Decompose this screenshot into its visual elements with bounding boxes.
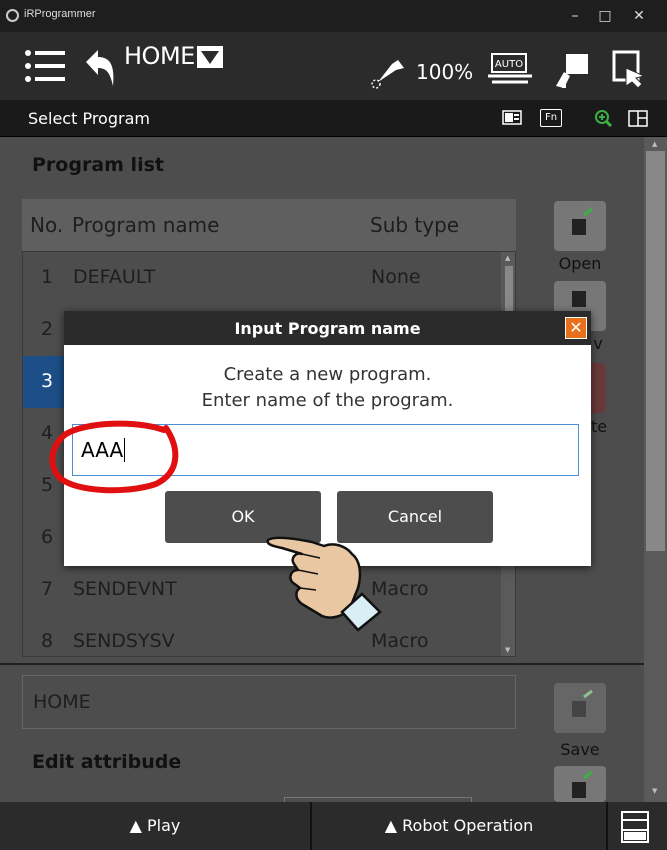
- page-scrollbar[interactable]: ▲ ▼: [644, 137, 667, 802]
- scroll-up-icon[interactable]: ▲: [505, 254, 510, 262]
- row-program-name: DEFAULT: [73, 266, 156, 288]
- row-number: 3: [41, 370, 54, 392]
- dialog-title: Input Program name: [234, 319, 421, 338]
- current-program-field[interactable]: HOME: [22, 675, 516, 729]
- row-sub-type: None: [371, 266, 421, 288]
- row-number: 6: [41, 526, 54, 548]
- page-scroll-down-icon[interactable]: ▼: [652, 787, 657, 795]
- program-title[interactable]: HOME: [124, 42, 195, 70]
- open-button[interactable]: [554, 201, 606, 251]
- list-item[interactable]: 1 DEFAULT None: [23, 252, 501, 304]
- red-circle-annotation: [49, 420, 179, 494]
- column-no[interactable]: No.: [30, 213, 63, 237]
- split-view-icon[interactable]: [628, 110, 648, 127]
- minimize-button[interactable]: –: [560, 4, 590, 28]
- sub-header: Select Program Fn: [0, 100, 667, 137]
- save-button[interactable]: [554, 683, 606, 733]
- open-label: Open: [558, 254, 602, 273]
- fn-key-icon[interactable]: Fn: [540, 109, 562, 127]
- row-program-name: SENDEVNT: [73, 578, 177, 600]
- column-program-name[interactable]: Program name: [72, 213, 219, 237]
- play-button[interactable]: ▲ Play: [0, 802, 310, 850]
- panel-layout-icon[interactable]: [620, 810, 650, 844]
- scroll-down-icon[interactable]: ▼: [505, 646, 510, 654]
- program-list-title: Program list: [32, 154, 164, 176]
- chevron-down-icon[interactable]: [197, 46, 223, 68]
- column-sub-type[interactable]: Sub type: [370, 213, 459, 237]
- speed-override[interactable]: 100%: [416, 60, 473, 84]
- bottom-bar: ▲ Play ▲ Robot Operation: [0, 802, 667, 850]
- row-program-name: SENDSYSV: [73, 630, 175, 652]
- zoom-in-icon[interactable]: [594, 110, 614, 127]
- row-number: 1: [41, 266, 54, 288]
- display-icon[interactable]: [502, 110, 522, 127]
- screen-title: Select Program: [28, 109, 150, 128]
- robot-arm-icon[interactable]: [368, 52, 408, 92]
- auto-mode-icon[interactable]: AUTO: [486, 50, 534, 90]
- dialog-close-button[interactable]: ✕: [565, 317, 587, 339]
- dialog-message-line-2: Enter name of the program.: [201, 390, 454, 411]
- edit-attribute-title: Edit attribude: [32, 751, 182, 773]
- back-icon[interactable]: [82, 48, 118, 88]
- close-window-button[interactable]: ✕: [624, 4, 654, 28]
- list-header: No. Program name Sub type: [22, 199, 516, 251]
- bottom-divider: [606, 802, 608, 850]
- side-button-bottom[interactable]: [554, 766, 606, 802]
- pointing-hand-icon: [266, 536, 382, 632]
- dialog-message-line-1: Create a new program.: [223, 364, 432, 385]
- divider: [0, 663, 644, 665]
- maximize-button[interactable]: □: [590, 4, 620, 28]
- side-label-2: v: [593, 334, 603, 353]
- touch-panel-icon[interactable]: [610, 48, 650, 90]
- dialog-titlebar: Input Program name ✕: [64, 311, 591, 345]
- main-toolbar: HOME 100% AUTO: [0, 32, 667, 100]
- svg-text:AUTO: AUTO: [495, 59, 523, 70]
- side-label-3: te: [590, 417, 608, 436]
- row-number: 8: [41, 630, 54, 652]
- page-scroll-up-icon[interactable]: ▲: [652, 140, 657, 148]
- current-program-name: HOME: [33, 691, 91, 713]
- teach-pendant-icon[interactable]: [552, 50, 592, 90]
- app-icon: [6, 9, 19, 22]
- row-number: 2: [41, 318, 54, 340]
- page-scroll-thumb[interactable]: [646, 151, 665, 551]
- row-sub-type: Macro: [371, 630, 429, 652]
- menu-icon[interactable]: [24, 48, 66, 84]
- row-number: 7: [41, 578, 54, 600]
- robot-operation-button[interactable]: ▲ Robot Operation: [312, 802, 606, 850]
- save-label: Save: [560, 740, 600, 759]
- window-title: iRProgrammer: [24, 8, 96, 20]
- window-titlebar: iRProgrammer – □ ✕: [0, 0, 667, 32]
